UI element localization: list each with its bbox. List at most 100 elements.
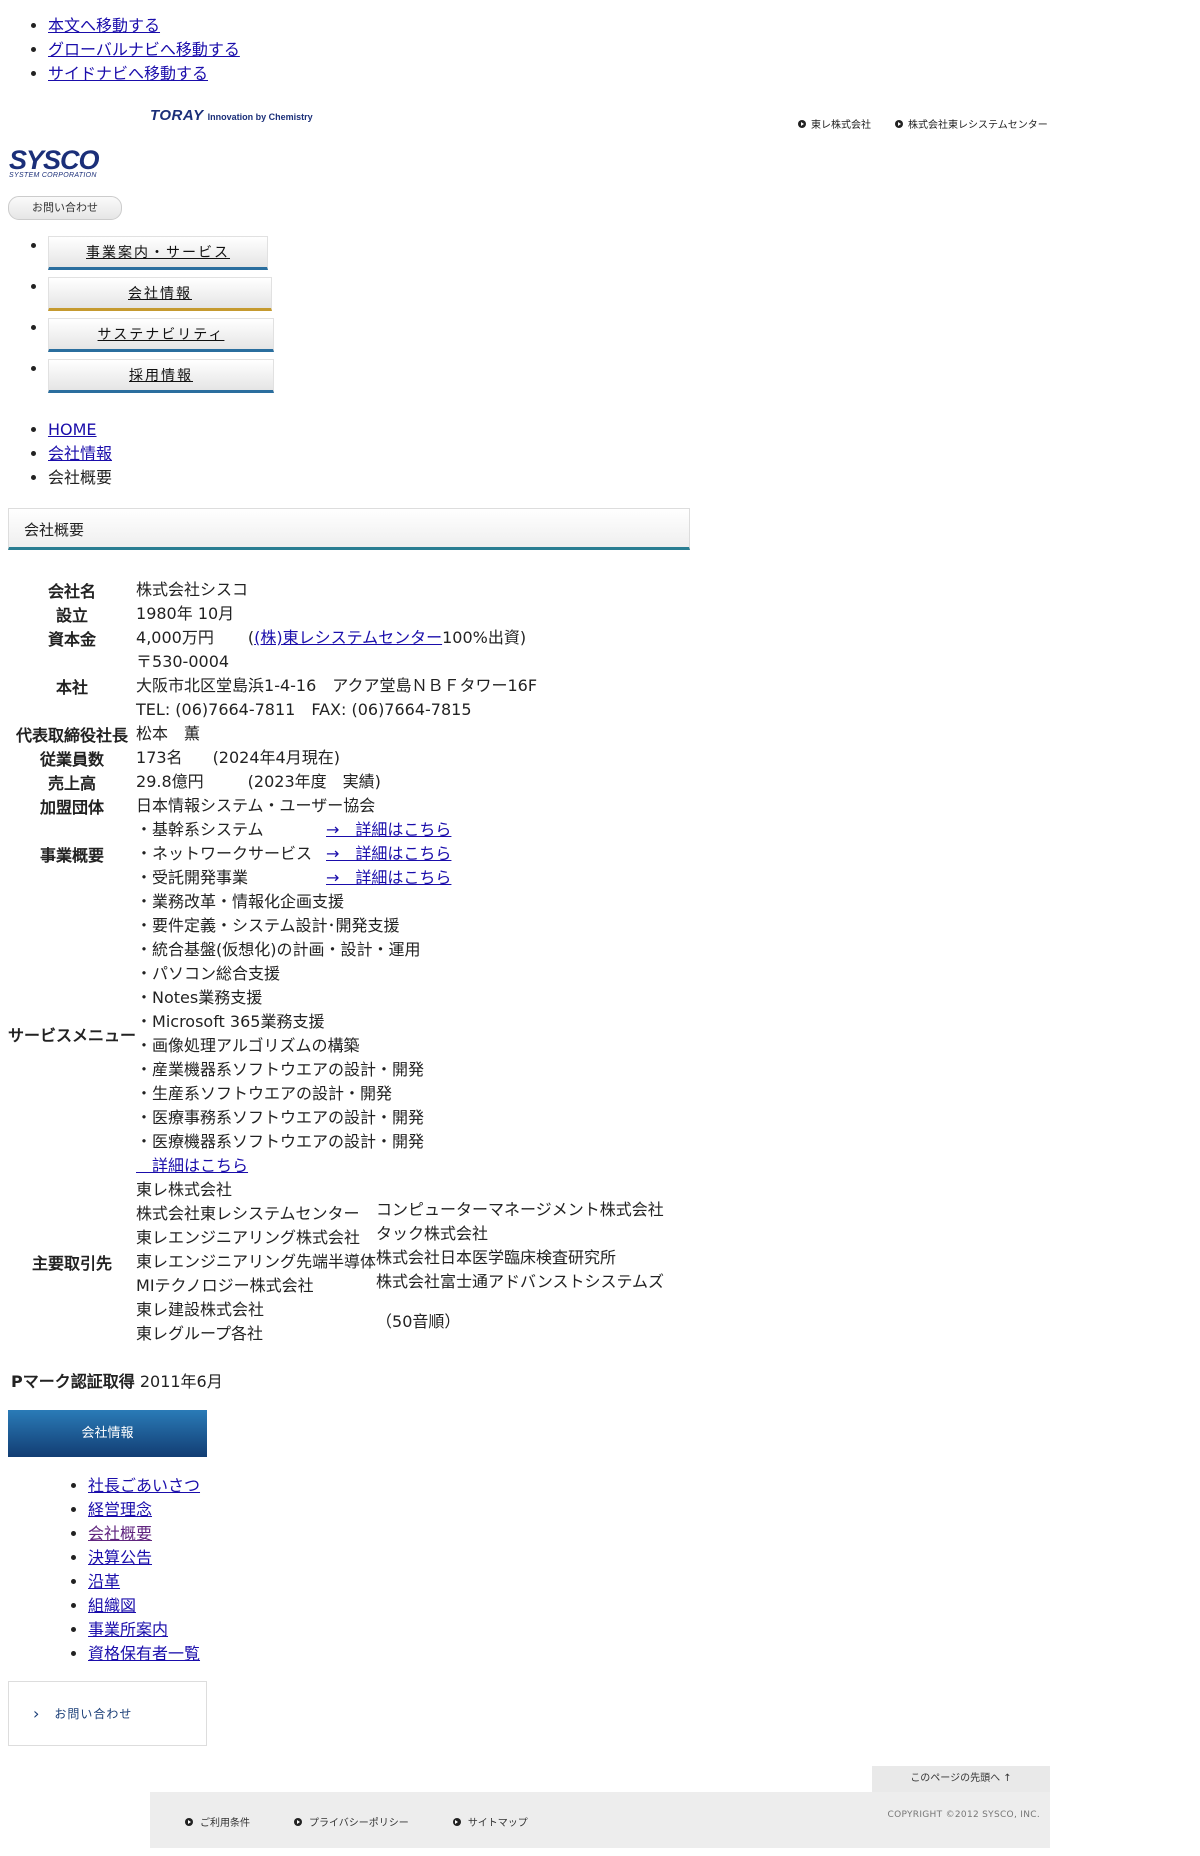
side-nav-link-greeting[interactable]: 社長ごあいさつ bbox=[88, 1476, 200, 1495]
skip-to-global-nav-link[interactable]: グローバルナビへ移動する bbox=[48, 40, 240, 59]
page-title: 会社概要 bbox=[8, 508, 690, 550]
side-nav-list: 社長ごあいさつ 経営理念 会社概要 決算公告 沿革 組織図 事業所案内 資格保有… bbox=[66, 1474, 200, 1666]
side-nav-link-financial[interactable]: 決算公告 bbox=[88, 1548, 152, 1567]
skip-to-side-nav-link[interactable]: サイドナビへ移動する bbox=[48, 64, 208, 83]
business-item: ・ネットワークサービス → 詳細はこちら bbox=[136, 842, 664, 866]
side-nav-link-overview[interactable]: 会社概要 bbox=[88, 1524, 152, 1543]
footer-sitemap-link[interactable]: サイトマップ bbox=[452, 1814, 528, 1829]
profile-value: 東レ株式会社 株式会社東レシステムセンター 東レエンジニアリング株式会社 東レエ… bbox=[136, 1178, 664, 1346]
profile-label: サービスメニュー bbox=[8, 1026, 137, 1045]
sysco-logo[interactable]: SYSCO SYSTEM CORPORATION bbox=[9, 147, 109, 180]
side-contact-label: お問い合わせ bbox=[54, 1707, 133, 1721]
side-nav-link-qualifications[interactable]: 資格保有者一覧 bbox=[88, 1644, 200, 1663]
global-nav-item: 採用情報 bbox=[48, 359, 274, 400]
side-contact-button[interactable]: › お問い合わせ bbox=[8, 1681, 207, 1746]
arrow-bullet-icon bbox=[452, 1817, 461, 1826]
gnav-company-info[interactable]: 会社情報 bbox=[48, 277, 272, 311]
footer-privacy-link[interactable]: プライバシーポリシー bbox=[294, 1814, 409, 1829]
business-detail-link[interactable]: → 詳細はこちら bbox=[326, 818, 451, 842]
arrow-bullet-icon bbox=[798, 119, 806, 128]
side-nav-title[interactable]: 会社情報 bbox=[8, 1410, 207, 1457]
client-item: 東レ株式会社 bbox=[136, 1180, 233, 1199]
clients-columns: 東レ株式会社 株式会社東レシステムセンター 東レエンジニアリング株式会社 東レエ… bbox=[136, 1178, 664, 1346]
profile-value: 〒530-0004 大阪市北区堂島浜1-4-16 アクア堂島ＮＢＦタワー16F … bbox=[136, 650, 664, 722]
gnav-recruit[interactable]: 採用情報 bbox=[48, 359, 274, 393]
profile-value: 173名 (2024年4月現在) bbox=[136, 746, 664, 770]
toray-system-center-link-label: 株式会社東レシステムセンター bbox=[908, 120, 1048, 131]
profile-row-hq: 本社 〒530-0004 大阪市北区堂島浜1-4-16 アクア堂島ＮＢＦタワー1… bbox=[8, 650, 664, 722]
hq-address: 大阪市北区堂島浜1-4-16 アクア堂島ＮＢＦタワー16F bbox=[136, 676, 538, 695]
chevron-right-icon: › bbox=[33, 1704, 41, 1723]
capital-amount: 4,000万円 bbox=[136, 628, 214, 647]
service-item: ・Microsoft 365業務支援 bbox=[136, 1012, 325, 1031]
side-nav-item: 沿革 bbox=[88, 1570, 200, 1594]
profile-row-sales: 売上高 29.8億円 (2023年度 実績) bbox=[8, 770, 664, 794]
hq-tel-fax: TEL: (06)7664-7811 FAX: (06)7664-7815 bbox=[136, 700, 472, 719]
gnav-sustainability[interactable]: サステナビリティ bbox=[48, 318, 274, 352]
service-item: ・画像処理アルゴリズムの構築 bbox=[136, 1036, 360, 1055]
breadcrumb-item: HOME bbox=[48, 418, 112, 442]
profile-row-ceo: 代表取締役社長 松本 薫 bbox=[8, 722, 664, 746]
profile-label: 売上高 bbox=[48, 774, 97, 793]
service-detail-link[interactable]: 詳細はこちら bbox=[136, 1156, 248, 1175]
profile-label: 会社名 bbox=[48, 582, 97, 601]
profile-label: 主要取引先 bbox=[32, 1254, 113, 1273]
business-detail-link[interactable]: → 詳細はこちら bbox=[326, 842, 451, 866]
back-to-top-button[interactable]: このページの先頭へ ↑ bbox=[872, 1766, 1050, 1792]
skip-link-item: グローバルナビへ移動する bbox=[48, 38, 240, 62]
client-item: タック株式会社 bbox=[376, 1224, 489, 1243]
service-detail-line: 詳細はこちら bbox=[136, 1154, 664, 1178]
client-item: 東レエンジニアリング株式会社 bbox=[136, 1228, 361, 1247]
service-item: ・生産系ソフトウエアの設計・開発 bbox=[136, 1084, 393, 1103]
service-item: ・要件定義・システム設計･開発支援 bbox=[136, 916, 400, 935]
profile-label: 従業員数 bbox=[40, 750, 105, 769]
client-item: 株式会社日本医学臨床検査研究所 bbox=[376, 1248, 617, 1267]
sysco-logo-sub: SYSTEM CORPORATION bbox=[9, 172, 97, 179]
service-item: ・Notes業務支援 bbox=[136, 988, 263, 1007]
side-nav-item: 会社概要 bbox=[88, 1522, 200, 1546]
profile-label: 本社 bbox=[56, 678, 89, 697]
profile-row-clients: 主要取引先 東レ株式会社 株式会社東レシステムセンター 東レエンジニアリング株式… bbox=[8, 1178, 664, 1346]
capital-note: 100%出資) bbox=[442, 628, 527, 647]
toray-logo-word: TORAY bbox=[150, 107, 204, 124]
breadcrumb-item: 会社情報 bbox=[48, 442, 112, 466]
breadcrumb-company-link[interactable]: 会社情報 bbox=[48, 444, 112, 463]
profile-value: 1980年 10月 bbox=[136, 604, 235, 623]
profile-value: 日本情報システム・ユーザー協会 bbox=[136, 796, 376, 815]
header-links: 東レ株式会社 株式会社東レシステムセンター bbox=[798, 116, 1048, 131]
company-profile-table: 会社名 株式会社シスコ 設立 1980年 10月 資本金 4,000万円 ((株)… bbox=[8, 578, 664, 1346]
gnav-business-services[interactable]: 事業案内・サービス bbox=[48, 236, 268, 270]
business-detail-link[interactable]: → 詳細はこちら bbox=[326, 866, 451, 890]
service-item: ・産業機器系ソフトウエアの設計・開発 bbox=[136, 1060, 425, 1079]
arrow-bullet-icon bbox=[294, 1817, 302, 1826]
footer-terms-link[interactable]: ご利用条件 bbox=[185, 1814, 250, 1829]
arrow-bullet-icon bbox=[185, 1817, 193, 1826]
breadcrumb-home-link[interactable]: HOME bbox=[48, 420, 97, 439]
side-nav-link-history[interactable]: 沿革 bbox=[88, 1572, 120, 1591]
toray-inc-link[interactable]: 東レ株式会社 bbox=[798, 116, 871, 131]
toray-system-center-link[interactable]: 株式会社東レシステムセンター bbox=[895, 116, 1048, 131]
side-nav-link-philosophy[interactable]: 経営理念 bbox=[88, 1500, 152, 1519]
toray-system-center-capital-link[interactable]: (株)東レシステムセンター bbox=[254, 628, 442, 647]
profile-label: 資本金 bbox=[48, 630, 97, 649]
arrow-bullet-icon bbox=[895, 119, 903, 128]
side-nav-link-organization[interactable]: 組織図 bbox=[88, 1596, 136, 1615]
client-item: MIテクノロジー株式会社 bbox=[136, 1276, 314, 1295]
breadcrumb: HOME 会社情報 会社概要 bbox=[26, 418, 112, 490]
global-nav-item: 事業案内・サービス bbox=[48, 236, 274, 277]
profile-value: ・基幹系システム → 詳細はこちら ・ネットワークサービス → 詳細はこちら ・… bbox=[136, 818, 664, 890]
skip-to-content-link[interactable]: 本文へ移動する bbox=[48, 16, 160, 35]
footer-link-label: プライバシーポリシー bbox=[309, 1818, 409, 1829]
side-nav-item: 社長ごあいさつ bbox=[88, 1474, 200, 1498]
pmark-date: 2011年6月 bbox=[139, 1372, 223, 1391]
pmark-label: Pマーク認証取得 bbox=[11, 1372, 135, 1391]
toray-logo[interactable]: TORAY Innovation by Chemistry bbox=[150, 107, 313, 124]
header-contact-button[interactable]: お問い合わせ bbox=[8, 196, 122, 220]
profile-value: 松本 薫 bbox=[136, 724, 201, 743]
skip-links: 本文へ移動する グローバルナビへ移動する サイドナビへ移動する bbox=[26, 14, 240, 86]
breadcrumb-current: 会社概要 bbox=[48, 466, 112, 490]
service-item: ・パソコン総合支援 bbox=[136, 964, 281, 983]
client-item: 株式会社東レシステムセンター bbox=[136, 1204, 360, 1223]
side-nav-link-offices[interactable]: 事業所案内 bbox=[88, 1620, 168, 1639]
service-item: ・医療機器系ソフトウエアの設計・開発 bbox=[136, 1132, 425, 1151]
